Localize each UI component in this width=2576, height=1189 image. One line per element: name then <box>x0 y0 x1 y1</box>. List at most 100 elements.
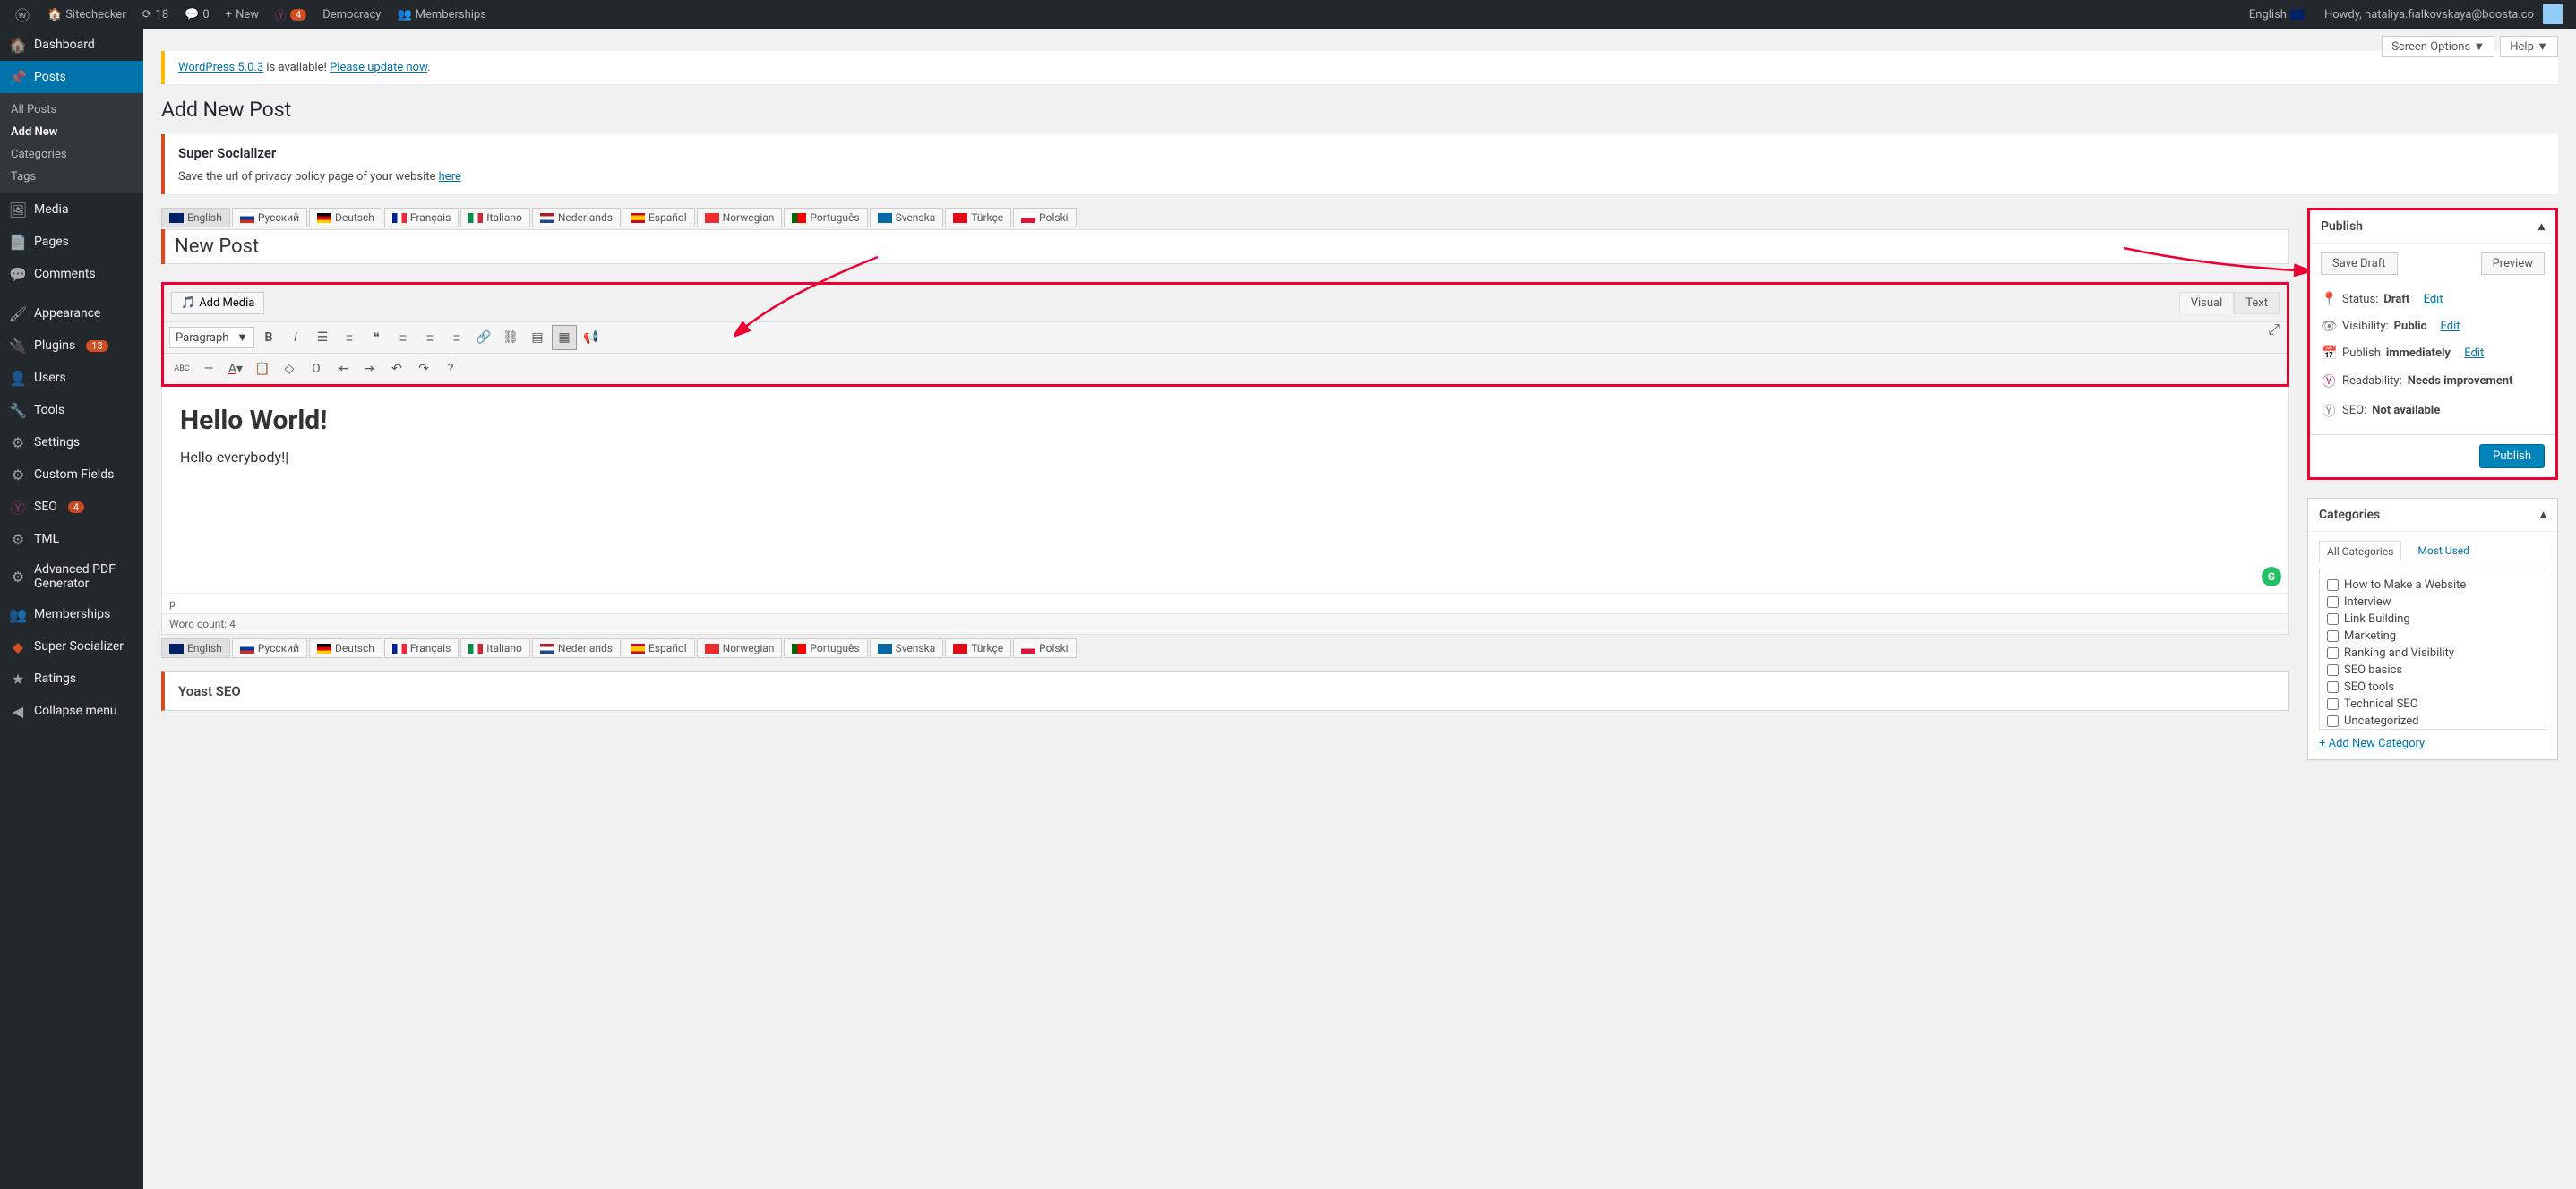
lang-tab-português[interactable]: Português <box>784 638 867 658</box>
category-checkbox[interactable] <box>2327 698 2339 710</box>
lang-tab-français[interactable]: Français <box>384 638 459 658</box>
link-button[interactable]: 🔗 <box>471 325 496 350</box>
sidebar-add-new[interactable]: Add New <box>0 121 143 143</box>
lang-tab-italiano[interactable]: Italiano <box>460 638 530 658</box>
lang-tab-nederlands[interactable]: Nederlands <box>532 638 621 658</box>
grammarly-icon[interactable]: G <box>2262 567 2281 586</box>
sidebar-collapse[interactable]: ◀Collapse menu <box>0 695 143 727</box>
sidebar-pages[interactable]: 📄Pages <box>0 226 143 258</box>
clear-format-button[interactable]: ◇ <box>277 356 302 381</box>
yoast-seo-panel[interactable]: Yoast SEO <box>161 671 2289 711</box>
comments-count[interactable]: 💬0 <box>178 0 216 29</box>
bullet-list-button[interactable]: ☰ <box>310 325 335 350</box>
democracy[interactable]: Democracy <box>316 0 387 29</box>
sidebar-users[interactable]: 👤Users <box>0 362 143 394</box>
edit-status-link[interactable]: Edit <box>2424 293 2443 306</box>
italic-button[interactable]: I <box>283 325 308 350</box>
sidebar-tools[interactable]: 🔧Tools <box>0 394 143 426</box>
more-button[interactable]: ▤ <box>525 325 550 350</box>
align-right-button[interactable]: ≡ <box>444 325 469 350</box>
screen-options-button[interactable]: Screen Options ▼ <box>2382 36 2494 57</box>
sidebar-appearance[interactable]: 🖌Appearance <box>0 297 143 329</box>
help-button[interactable]: Help ▼ <box>2500 36 2558 57</box>
category-checkbox[interactable] <box>2327 715 2339 727</box>
sidebar-media[interactable]: 🖼Media <box>0 193 143 226</box>
lang-tab-português[interactable]: Português <box>784 208 867 227</box>
sidebar-super-socializer[interactable]: ◆Super Socializer <box>0 630 143 663</box>
paste-text-button[interactable]: 📋 <box>250 356 275 381</box>
megaphone-button[interactable]: 📢 <box>579 325 604 350</box>
sidebar-apdf[interactable]: ⚙Advanced PDF Generator <box>0 555 143 598</box>
outdent-button[interactable]: ⇤ <box>331 356 356 381</box>
preview-button[interactable]: Preview <box>2481 252 2545 275</box>
category-item[interactable]: How to Make a Website <box>2327 577 2538 594</box>
lang-tab-русский[interactable]: Русский <box>232 638 307 658</box>
all-categories-tab[interactable]: All Categories <box>2319 541 2401 561</box>
redo-button[interactable]: ↷ <box>411 356 436 381</box>
fullscreen-icon[interactable]: ⤢ <box>2268 321 2280 338</box>
category-item[interactable]: Technical SEO <box>2327 696 2538 713</box>
sidebar-memberships[interactable]: 👥Memberships <box>0 598 143 630</box>
lang-tab-deutsch[interactable]: Deutsch <box>309 638 382 658</box>
hr-button[interactable]: — <box>196 356 221 381</box>
wp-logo[interactable]: ⓦ <box>7 0 38 29</box>
format-select[interactable]: Paragraph▼ <box>169 327 254 348</box>
category-checkbox[interactable] <box>2327 664 2339 676</box>
my-account[interactable]: Howdy, nataliya.fialkovskaya@boosta.co <box>2318 0 2569 29</box>
category-item[interactable]: Marketing <box>2327 628 2538 645</box>
lang-tab-italiano[interactable]: Italiano <box>460 208 530 227</box>
category-item[interactable]: SEO basics <box>2327 662 2538 679</box>
publish-button[interactable]: Publish <box>2479 444 2545 468</box>
lang-tab-français[interactable]: Français <box>384 208 459 227</box>
add-media-button[interactable]: 🎵Add Media <box>171 292 264 314</box>
post-title-input[interactable] <box>165 229 2289 264</box>
lang-tab-norwegian[interactable]: Norwegian <box>697 638 783 658</box>
help-icon-button[interactable]: ? <box>438 356 463 381</box>
wp-version-link[interactable]: WordPress 5.0.3 <box>178 61 263 74</box>
lang-tab-svenska[interactable]: Svenska <box>870 638 944 658</box>
editor-content[interactable]: Hello World! Hello everybody! <box>162 387 2288 593</box>
strikethrough-button[interactable]: ABC <box>169 356 194 381</box>
update-now-link[interactable]: Please update now <box>330 61 427 74</box>
publish-panel-head[interactable]: Publish▴ <box>2310 210 2555 244</box>
lang-tab-русский[interactable]: Русский <box>232 208 307 227</box>
category-item[interactable]: SEO tools <box>2327 679 2538 696</box>
bold-button[interactable]: B <box>256 325 281 350</box>
lang-tab-türkçe[interactable]: Türkçe <box>945 208 1011 227</box>
new-content[interactable]: +New <box>219 0 265 29</box>
edit-schedule-link[interactable]: Edit <box>2464 346 2484 360</box>
lang-tab-türkçe[interactable]: Türkçe <box>945 638 1011 658</box>
lang-tab-norwegian[interactable]: Norwegian <box>697 208 783 227</box>
category-item[interactable]: Link Building <box>2327 611 2538 628</box>
lang-tab-svenska[interactable]: Svenska <box>870 208 944 227</box>
align-left-button[interactable]: ≡ <box>391 325 416 350</box>
category-checkbox[interactable] <box>2327 681 2339 693</box>
sidebar-posts[interactable]: 📌Posts <box>0 61 143 93</box>
sidebar-tml[interactable]: ⚙TML <box>0 523 143 555</box>
most-used-tab[interactable]: Most Used <box>2410 541 2477 561</box>
category-checkbox[interactable] <box>2327 596 2339 608</box>
unlink-button[interactable]: ⛓ <box>498 325 523 350</box>
sidebar-plugins[interactable]: 🔌Plugins13 <box>0 329 143 362</box>
kitchen-sink-button[interactable]: ▦ <box>552 325 577 350</box>
lang-tab-deutsch[interactable]: Deutsch <box>309 208 382 227</box>
align-center-button[interactable]: ≡ <box>417 325 442 350</box>
sidebar-settings[interactable]: ⚙Settings <box>0 426 143 458</box>
lang-tab-polski[interactable]: Polski <box>1013 208 1076 227</box>
category-item[interactable]: Interview <box>2327 594 2538 611</box>
sidebar-tags[interactable]: Tags <box>0 166 143 188</box>
visual-tab[interactable]: Visual <box>2179 292 2235 314</box>
category-checkbox[interactable] <box>2327 647 2339 659</box>
special-char-button[interactable]: Ω <box>304 356 329 381</box>
lang-tab-español[interactable]: Español <box>623 638 695 658</box>
save-draft-button[interactable]: Save Draft <box>2321 252 2398 275</box>
category-checkbox[interactable] <box>2327 579 2339 591</box>
lang-tab-polski[interactable]: Polski <box>1013 638 1076 658</box>
category-item[interactable]: Uncategorized <box>2327 713 2538 730</box>
category-item[interactable]: Ranking and Visibility <box>2327 645 2538 662</box>
sidebar-ratings[interactable]: ★Ratings <box>0 663 143 695</box>
sidebar-dashboard[interactable]: 🏠Dashboard <box>0 29 143 61</box>
categories-panel-head[interactable]: Categories▴ <box>2308 499 2557 532</box>
site-name[interactable]: 🏠Sitechecker <box>41 0 133 29</box>
sidebar-comments[interactable]: 💬Comments <box>0 258 143 290</box>
